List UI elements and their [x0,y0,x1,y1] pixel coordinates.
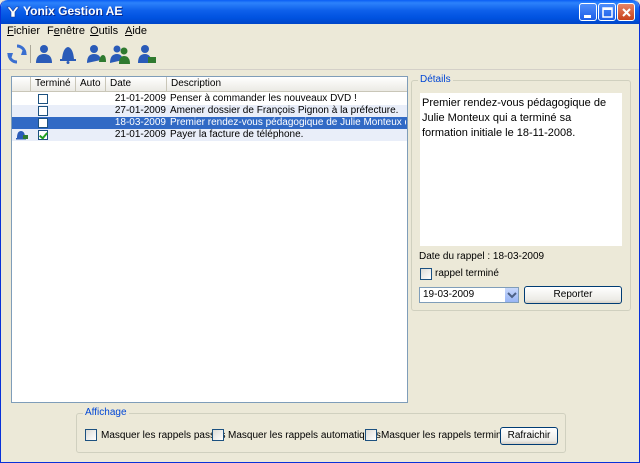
rappel-termine-label: rappel terminé [435,268,499,279]
minimize-button[interactable] [579,3,597,21]
report-date-value: 19-03-2009 [423,289,475,300]
row-date: 27-01-2009 [114,105,166,116]
table-row[interactable]: 27-01-2009 Amener dossier de François Pig… [12,105,407,117]
refresh-icon[interactable] [6,43,28,65]
menu-outils-accel: O [90,25,99,37]
row-auto [80,129,106,141]
menu-fichier[interactable]: Fichier [7,25,40,37]
table-row[interactable]: 21-01-2009 Payer la facture de téléphone. [12,129,407,141]
menu-aide-label: ide [132,25,148,37]
combo-dropdown-button[interactable] [504,288,518,302]
table-row[interactable]: 21-01-2009 Penser à commander les nouveau… [12,93,407,105]
date-rappel-label: Date du rappel : 18-03-2009 [419,251,545,262]
maximize-button[interactable] [598,3,616,21]
row-description: Penser à commander les nouveaux DVD ! [170,93,357,104]
minimize-icon [584,15,591,18]
row-description: Premier rendez-vous pédagogique de Julie… [170,117,406,128]
row-termine-checkbox[interactable] [38,106,48,116]
reminders-list[interactable]: Terminé Auto Date Description 21-01-2009… [11,76,408,403]
row-date: 21-01-2009 [114,93,166,104]
list-header: Terminé Auto Date Description [12,77,407,92]
bell-icon[interactable] [57,43,79,65]
reporter-button-label: Reporter [553,289,593,300]
menu-bar: Fichier Fenêtre Outils Aide [1,24,639,40]
row-termine-checkbox[interactable] [38,130,48,140]
table-row[interactable]: 18-03-2009 Premier rendez-vous pédagogiqu… [12,117,407,129]
details-group-title: Détails [418,74,453,85]
app-window: Yonix Gestion AE Fichier Fenêtre Outils … [0,0,640,463]
menu-outils[interactable]: Outils [90,25,118,37]
menu-fenetre[interactable]: Fenêtre [47,25,85,37]
reporter-button[interactable]: Reporter [524,286,622,304]
row-date: 21-01-2009 [114,129,166,140]
window-title: Yonix Gestion AE [23,4,123,18]
masquer-auto-label: Masquer les rappels automatiques [228,430,381,441]
menu-fichier-label: ichier [13,25,41,37]
menu-fenetre-label: nêtre [59,25,85,37]
column-header-termine[interactable]: Terminé [31,77,76,92]
details-text[interactable]: Premier rendez-vous pédagogique de Julie… [419,92,623,247]
title-bar[interactable]: Yonix Gestion AE [1,0,639,24]
rafraichir-button[interactable]: Rafraichir [500,427,558,445]
user-bell-icon[interactable] [85,43,107,65]
row-termine-checkbox[interactable] [38,94,48,104]
column-header-description[interactable]: Description [167,77,407,92]
menu-aide[interactable]: Aide [125,25,147,37]
column-header-auto[interactable]: Auto [76,77,106,92]
masquer-auto-checkbox[interactable] [212,429,224,441]
report-date-combo[interactable]: 19-03-2009 [419,287,519,303]
masquer-termines-checkbox[interactable] [365,429,377,441]
toolbar-separator [30,45,31,63]
menu-fichier-accel: F [7,25,14,37]
menu-fenetre-pre: F [47,25,54,37]
close-button[interactable] [617,3,635,21]
column-header-icon[interactable] [12,77,31,92]
column-header-date[interactable]: Date [106,77,167,92]
masquer-passes-label: Masquer les rappels passés [101,430,226,441]
rafraichir-button-label: Rafraichir [507,430,551,441]
user-icon[interactable] [33,43,55,65]
chevron-down-icon [507,292,517,299]
toolbar [1,40,639,70]
user-edit-icon[interactable] [135,43,157,65]
row-auto [80,105,106,117]
app-logo-icon [6,6,20,18]
row-auto [80,93,106,105]
row-termine-checkbox[interactable] [38,118,48,128]
rappel-termine-checkbox[interactable] [420,268,432,280]
masquer-termines-label: Masquer les rappels terminés [381,430,513,441]
affichage-group-title: Affichage [83,407,129,418]
menu-outils-label: utils [98,25,119,37]
close-icon [622,8,631,17]
row-auto [80,117,106,129]
row-description: Amener dossier de François Pignon à la p… [170,105,399,116]
row-description: Payer la facture de téléphone. [170,129,304,140]
maximize-icon [602,7,613,18]
users-icon[interactable] [109,43,131,65]
masquer-passes-checkbox[interactable] [85,429,97,441]
row-bell-icon [16,131,28,140]
row-date: 18-03-2009 [114,117,166,128]
